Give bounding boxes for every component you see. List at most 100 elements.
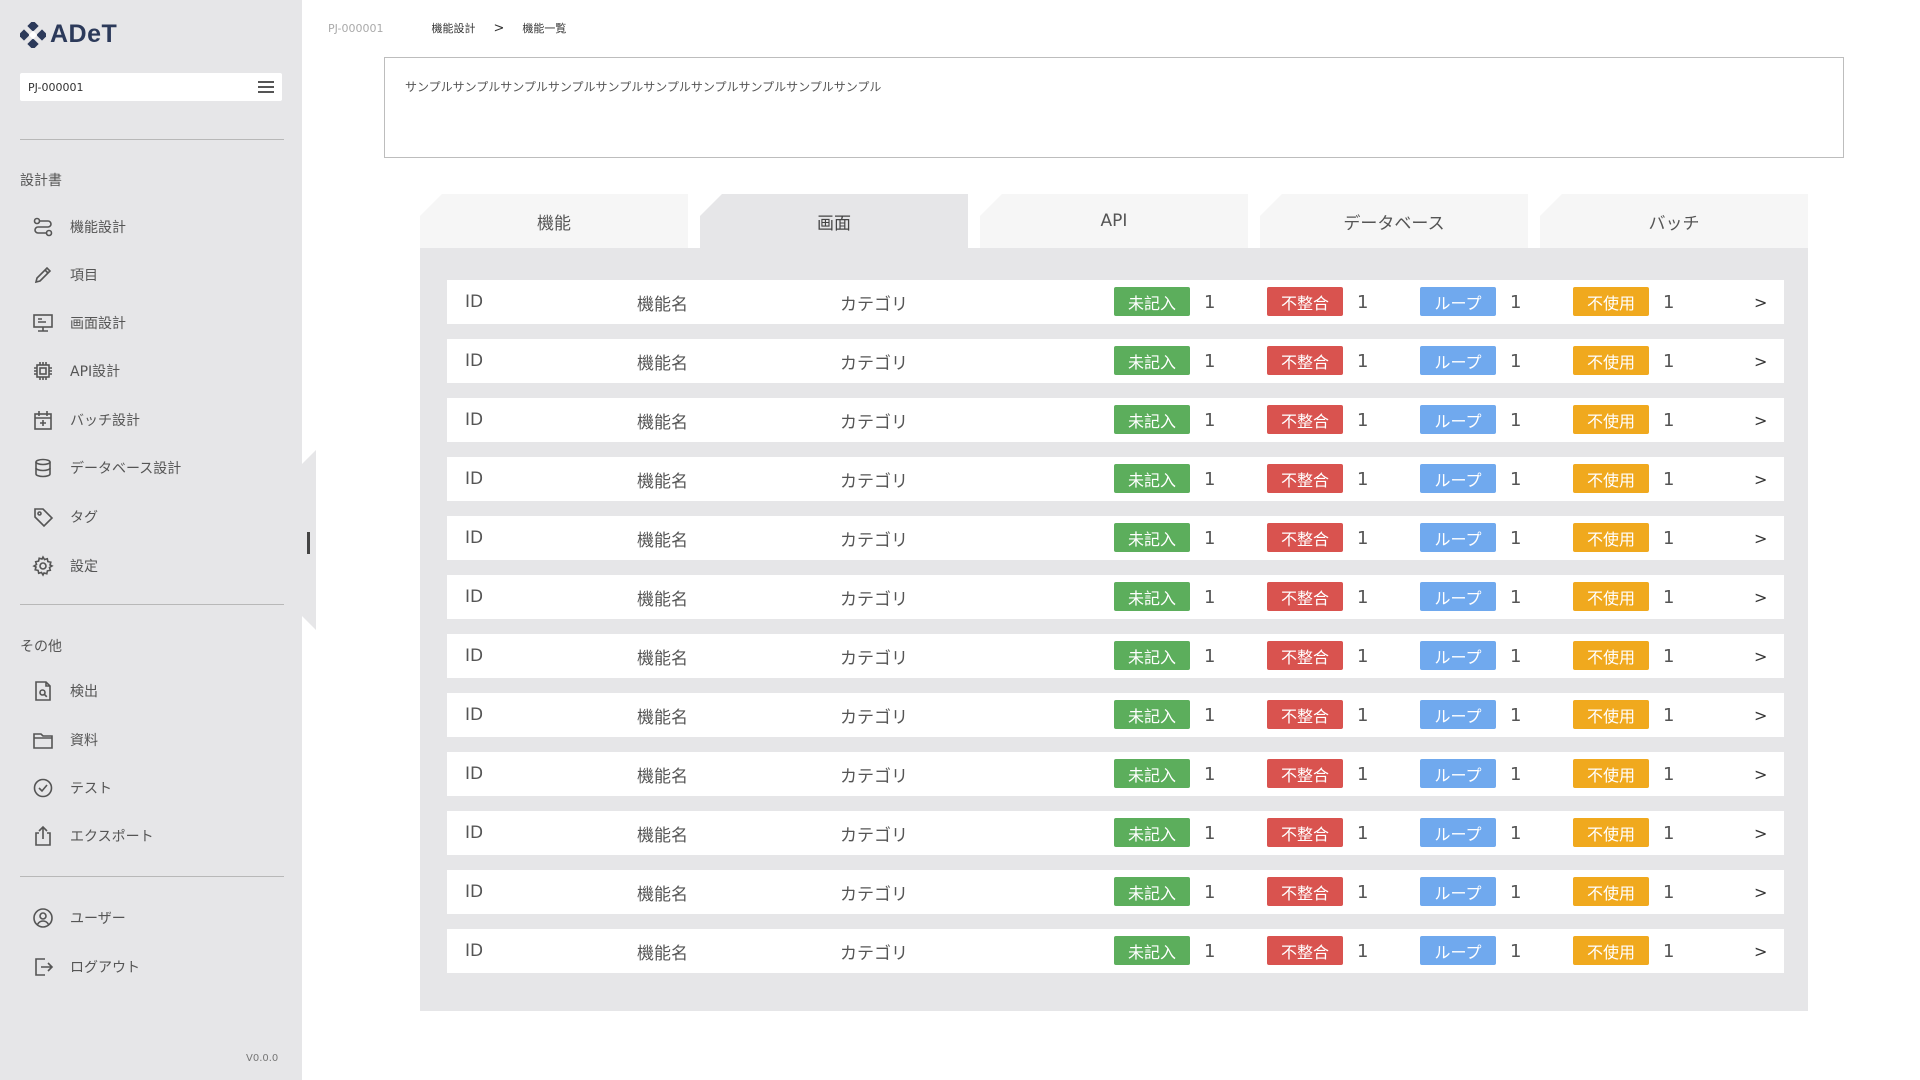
export-icon — [32, 825, 54, 847]
app-version: V0.0.0 — [246, 1053, 279, 1064]
row-function-name: 機能名 — [637, 589, 688, 610]
count-unfilled: 1 — [1204, 881, 1216, 903]
table-row[interactable]: ID 機能名 カテゴリ 未記入 1 不整合 1 ループ 1 不使用 1 > — [447, 516, 1784, 560]
badge-inconsistent: 不整合 — [1267, 287, 1343, 316]
row-arrow-icon[interactable]: > — [1754, 693, 1767, 737]
sidebar-item-label: エクスポート — [70, 829, 154, 845]
row-arrow-icon[interactable]: > — [1754, 929, 1767, 973]
row-arrow-icon[interactable]: > — [1754, 870, 1767, 914]
tab-database[interactable]: データベース — [1260, 194, 1528, 248]
badge-unfilled: 未記入 — [1114, 582, 1190, 611]
hamburger-menu-icon[interactable] — [258, 80, 274, 94]
sidebar-item-screen-design[interactable]: 画面設計 — [32, 310, 126, 336]
badge-unused: 不使用 — [1573, 700, 1649, 729]
tab-api[interactable]: API — [980, 194, 1248, 248]
row-arrow-icon[interactable]: > — [1754, 752, 1767, 796]
table-row[interactable]: ID 機能名 カテゴリ 未記入 1 不整合 1 ループ 1 不使用 1 > — [447, 280, 1784, 324]
divider — [20, 876, 284, 877]
sidebar-item-batch-design[interactable]: バッチ設計 — [32, 407, 140, 433]
sidebar-item-test[interactable]: テスト — [32, 775, 112, 801]
row-arrow-icon[interactable]: > — [1754, 398, 1767, 442]
sidebar-item-function-design[interactable]: 機能設計 — [32, 214, 126, 240]
count-inconsistent: 1 — [1357, 881, 1369, 903]
sidebar-item-label: 検出 — [70, 684, 98, 700]
badge-unused: 不使用 — [1573, 464, 1649, 493]
sidebar-item-logout[interactable]: ログアウト — [32, 954, 140, 980]
section-title-design-docs: 設計書 — [20, 173, 62, 189]
count-unused: 1 — [1663, 409, 1675, 431]
sidebar-item-label: 機能設計 — [70, 220, 126, 236]
monitor-icon — [32, 312, 54, 334]
count-inconsistent: 1 — [1357, 586, 1369, 608]
description-text: サンプルサンプルサンプルサンプルサンプルサンプルサンプルサンプルサンプルサンプル — [405, 80, 882, 94]
count-unused: 1 — [1663, 940, 1675, 962]
row-arrow-icon[interactable]: > — [1754, 575, 1767, 619]
row-category: カテゴリ — [840, 707, 908, 728]
row-function-name: 機能名 — [637, 943, 688, 964]
count-inconsistent: 1 — [1357, 822, 1369, 844]
row-function-name: 機能名 — [637, 707, 688, 728]
description-box[interactable]: サンプルサンプルサンプルサンプルサンプルサンプルサンプルサンプルサンプルサンプル — [384, 57, 1844, 158]
divider — [20, 139, 284, 140]
badge-loop: ループ — [1420, 759, 1496, 788]
count-inconsistent: 1 — [1357, 940, 1369, 962]
breadcrumb-project[interactable]: PJ-000001 — [328, 22, 383, 35]
sidebar-collapse-handle[interactable] — [307, 532, 310, 554]
row-category: カテゴリ — [840, 412, 908, 433]
count-inconsistent: 1 — [1357, 291, 1369, 313]
row-arrow-icon[interactable]: > — [1754, 457, 1767, 501]
count-loop: 1 — [1510, 350, 1522, 372]
row-arrow-icon[interactable]: > — [1754, 280, 1767, 324]
count-loop: 1 — [1510, 527, 1522, 549]
table-row[interactable]: ID 機能名 カテゴリ 未記入 1 不整合 1 ループ 1 不使用 1 > — [447, 339, 1784, 383]
sidebar-item-export[interactable]: エクスポート — [32, 823, 154, 849]
count-unfilled: 1 — [1204, 468, 1216, 490]
sidebar-item-detection[interactable]: 検出 — [32, 678, 98, 704]
row-category: カテゴリ — [840, 471, 908, 492]
project-selector[interactable]: PJ-000001 — [20, 73, 282, 101]
count-inconsistent: 1 — [1357, 763, 1369, 785]
table-row[interactable]: ID 機能名 カテゴリ 未記入 1 不整合 1 ループ 1 不使用 1 > — [447, 398, 1784, 442]
table-row[interactable]: ID 機能名 カテゴリ 未記入 1 不整合 1 ループ 1 不使用 1 > — [447, 811, 1784, 855]
sidebar-item-documents[interactable]: 資料 — [32, 727, 98, 753]
sidebar-item-label: 項目 — [70, 268, 98, 284]
sidebar-item-settings[interactable]: 設定 — [32, 553, 98, 579]
table-row[interactable]: ID 機能名 カテゴリ 未記入 1 不整合 1 ループ 1 不使用 1 > — [447, 457, 1784, 501]
sidebar-item-api-design[interactable]: API設計 — [32, 358, 120, 384]
tab-batch[interactable]: バッチ — [1540, 194, 1808, 248]
logout-icon — [32, 956, 54, 978]
table-row[interactable]: ID 機能名 カテゴリ 未記入 1 不整合 1 ループ 1 不使用 1 > — [447, 693, 1784, 737]
row-arrow-icon[interactable]: > — [1754, 811, 1767, 855]
row-function-name: 機能名 — [637, 412, 688, 433]
table-row[interactable]: ID 機能名 カテゴリ 未記入 1 不整合 1 ループ 1 不使用 1 > — [447, 929, 1784, 973]
tab-function[interactable]: 機能 — [420, 194, 688, 248]
row-function-name: 機能名 — [637, 884, 688, 905]
sidebar-item-fields[interactable]: 項目 — [32, 262, 98, 288]
table-row[interactable]: ID 機能名 カテゴリ 未記入 1 不整合 1 ループ 1 不使用 1 > — [447, 634, 1784, 678]
sidebar-item-database-design[interactable]: データベース設計 — [32, 455, 181, 481]
badge-loop: ループ — [1420, 287, 1496, 316]
tab-screen[interactable]: 画面 — [700, 194, 968, 248]
table-row[interactable]: ID 機能名 カテゴリ 未記入 1 不整合 1 ループ 1 不使用 1 > — [447, 752, 1784, 796]
count-unfilled: 1 — [1204, 291, 1216, 313]
app-name: ADeT — [50, 20, 118, 48]
count-unfilled: 1 — [1204, 645, 1216, 667]
breadcrumb-parent[interactable]: 機能設計 — [431, 20, 475, 36]
count-loop: 1 — [1510, 822, 1522, 844]
sidebar: ADeT PJ-000001 設計書 機能設計 項目 画面設計 API設計 バッ… — [0, 0, 302, 1080]
row-arrow-icon[interactable]: > — [1754, 634, 1767, 678]
row-arrow-icon[interactable]: > — [1754, 339, 1767, 383]
count-unfilled: 1 — [1204, 763, 1216, 785]
badge-inconsistent: 不整合 — [1267, 759, 1343, 788]
badge-unfilled: 未記入 — [1114, 287, 1190, 316]
count-loop: 1 — [1510, 409, 1522, 431]
app-logo[interactable]: ADeT — [20, 20, 117, 49]
table-row[interactable]: ID 機能名 カテゴリ 未記入 1 不整合 1 ループ 1 不使用 1 > — [447, 575, 1784, 619]
row-id: ID — [465, 646, 484, 666]
row-arrow-icon[interactable]: > — [1754, 516, 1767, 560]
breadcrumb-current: 機能一覧 — [522, 22, 567, 35]
sidebar-item-tags[interactable]: タグ — [32, 504, 98, 530]
sidebar-item-user[interactable]: ユーザー — [32, 905, 126, 931]
badge-unused: 不使用 — [1573, 818, 1649, 847]
table-row[interactable]: ID 機能名 カテゴリ 未記入 1 不整合 1 ループ 1 不使用 1 > — [447, 870, 1784, 914]
